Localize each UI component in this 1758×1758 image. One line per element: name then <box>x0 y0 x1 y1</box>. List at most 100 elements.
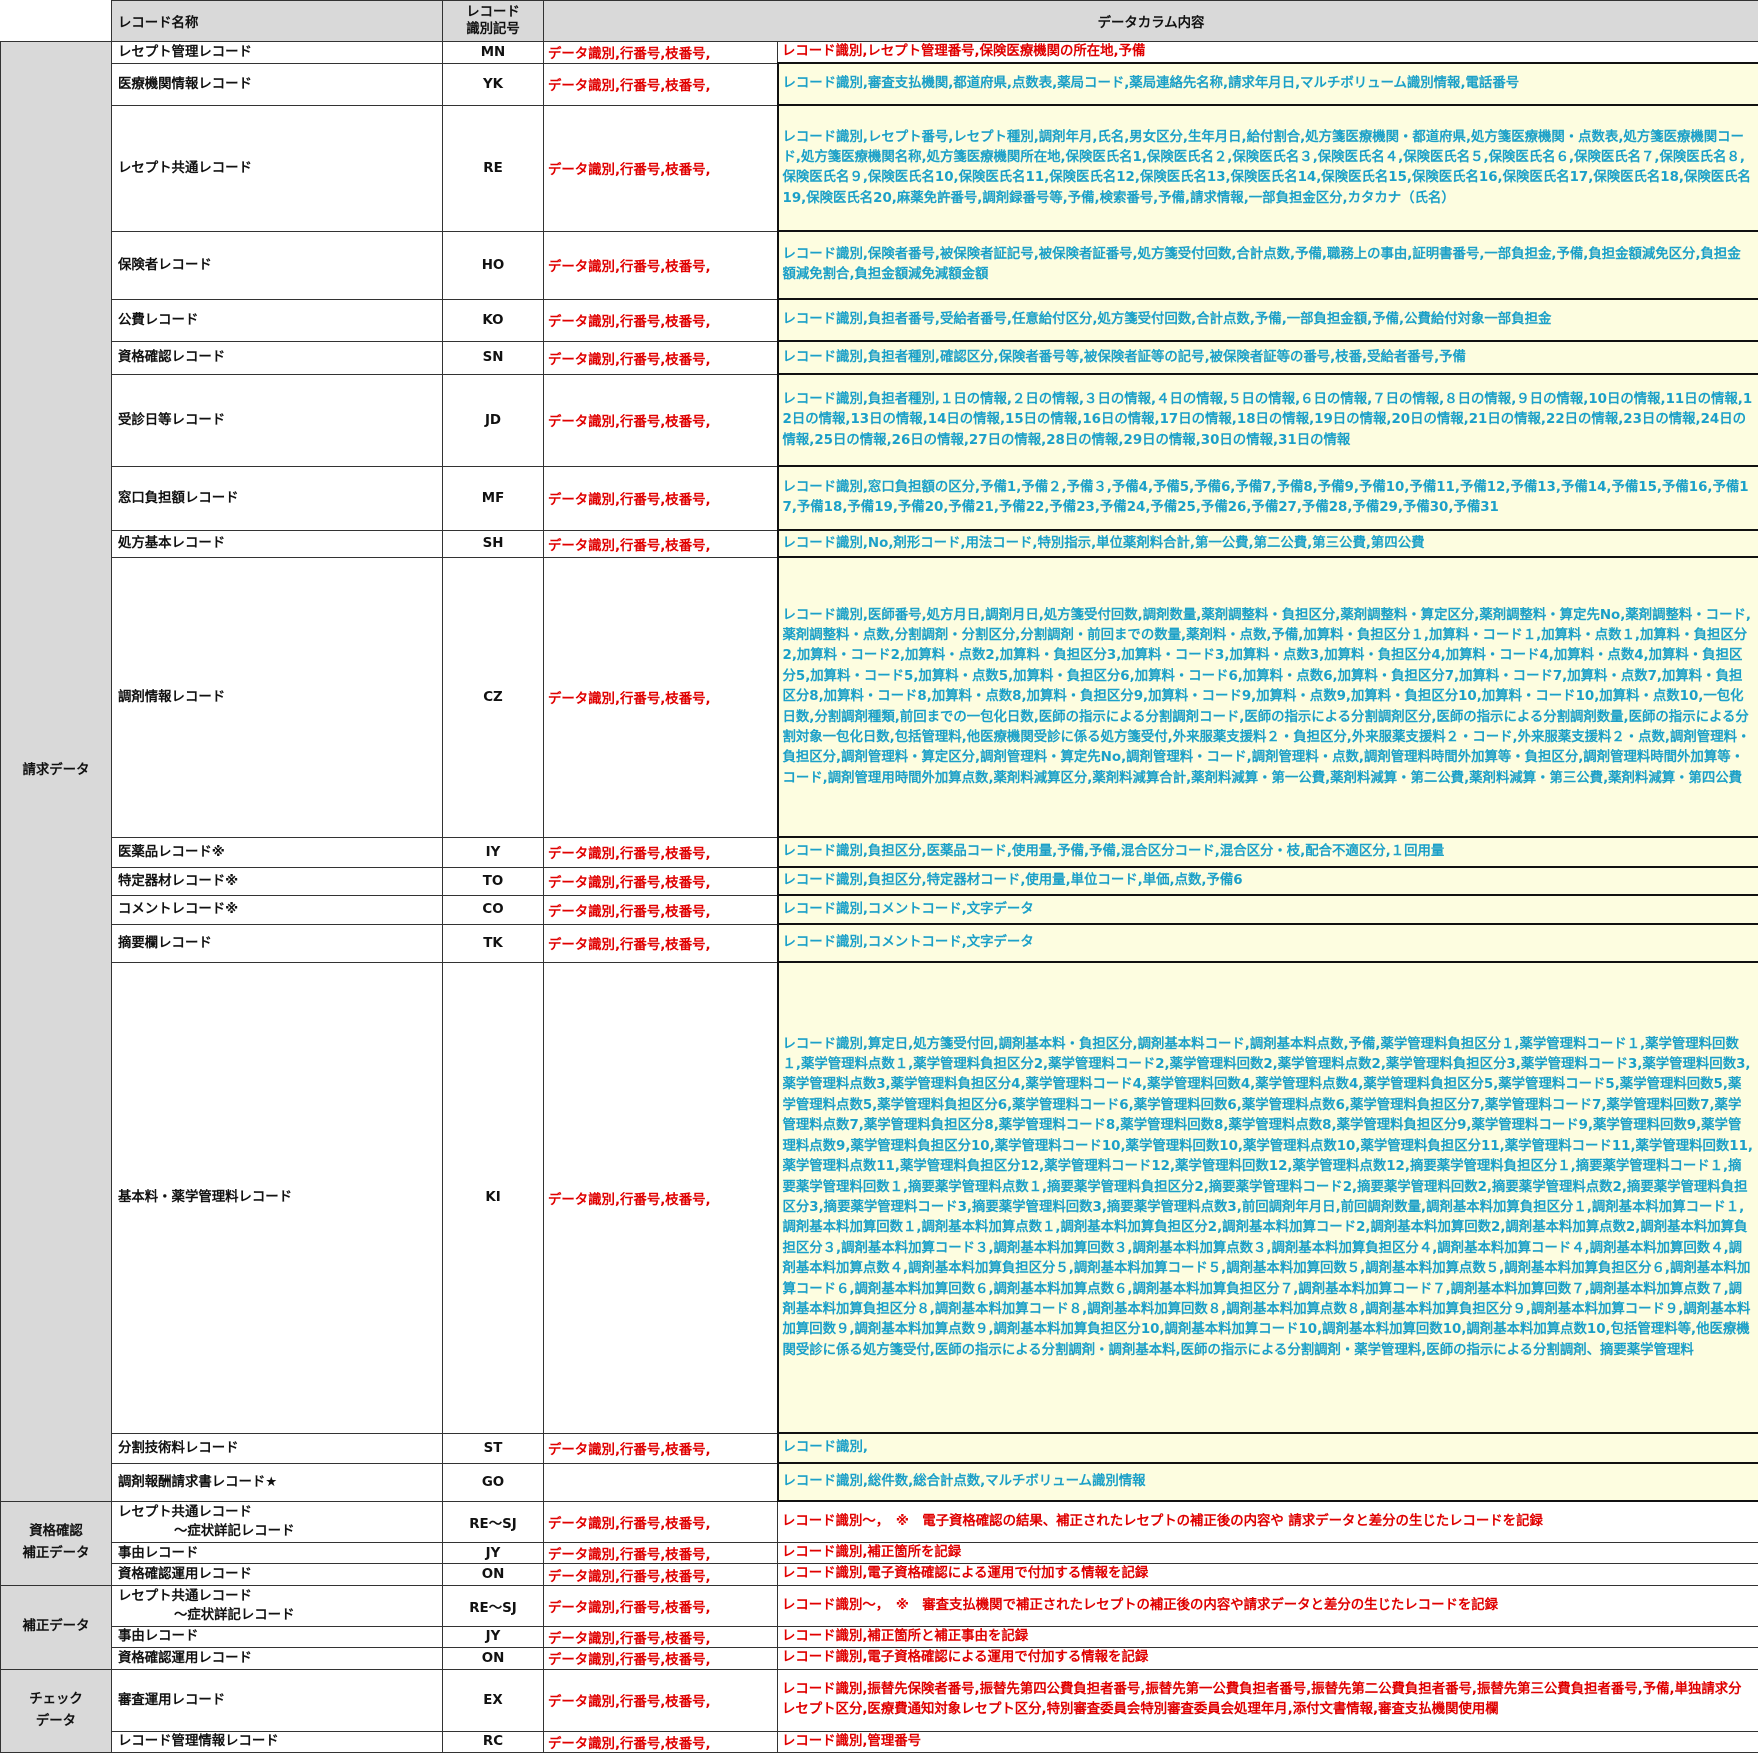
common-columns: データ識別,行番号,枝番号, <box>543 1541 778 1565</box>
record-content: レコード識別,レセプト管理番号,保険医療機関の所在地,予備 <box>776 41 1758 64</box>
record-name: 事由レコード <box>111 1625 443 1649</box>
table-row: 資格確認運用レコード ON データ識別,行番号,枝番号, レコード識別,電子資格確認に… <box>1 1563 1758 1586</box>
record-code: MN <box>442 41 544 64</box>
record-name: 審査運用レコード <box>111 1668 443 1732</box>
common-columns: データ識別,行番号,枝番号, <box>543 529 778 558</box>
record-code: CO <box>442 894 544 925</box>
header-record-code: レコード 識別記号 <box>442 0 544 42</box>
record-code: CZ <box>442 556 544 838</box>
record-code: KI <box>442 961 544 1434</box>
record-name: 医療機関情報レコード <box>111 62 443 106</box>
table-row: コメントレコード※ CO データ識別,行番号,枝番号, レコード識別,コメントコード,… <box>1 894 1758 926</box>
record-content: レコード識別,No,剤形コード,用法コード,特別指示,単位薬剤料合計,第一公費,… <box>776 529 1758 559</box>
common-columns: データ識別,行番号,枝番号, <box>543 41 778 64</box>
record-content: レコード識別,負担区分,特定器材コード,使用量,単位コード,単価,点数,予備6 <box>776 866 1758 897</box>
record-code: SH <box>442 529 544 558</box>
common-columns: データ識別,行番号,枝番号, <box>543 1668 778 1732</box>
common-columns: データ識別,行番号,枝番号, <box>543 104 778 232</box>
record-content: レコード識別,窓口負担額の区分,予備1,予備２,予備３,予備4,予備5,予備6,… <box>776 465 1758 532</box>
group-label: 資格確認 補正データ <box>0 1500 112 1586</box>
table-row: 摘要欄レコード TK データ識別,行番号,枝番号, レコード識別,コメントコード,文字… <box>1 923 1758 964</box>
record-name: 資格確認運用レコード <box>111 1563 443 1586</box>
common-columns: データ識別,行番号,枝番号, <box>543 1647 778 1670</box>
record-code: IY <box>442 836 544 868</box>
record-content: レコード識別,算定日,処方箋受付回,調剤基本料・負担区分,調剤基本料コード,調剤… <box>776 961 1758 1435</box>
record-content: レコード識別,管理番号 <box>776 1730 1758 1753</box>
table-row: 資格確認運用レコード ON データ識別,行番号,枝番号, レコード識別,電子資格確認に… <box>1 1647 1758 1670</box>
record-content: レコード識別〜， ※ 電子資格確認の結果、補正されたレセプトの補正後の内容や 請… <box>776 1500 1758 1543</box>
common-columns: データ識別,行番号,枝番号, <box>543 1500 778 1543</box>
record-code: HO <box>442 230 544 300</box>
record-code: TO <box>442 866 544 896</box>
common-columns: データ識別,行番号,枝番号, <box>543 373 778 467</box>
record-name: 分割技術料レコード <box>111 1432 443 1464</box>
record-code: RE〜SJ <box>442 1500 544 1543</box>
record-code: JY <box>442 1541 544 1565</box>
record-name: レセプト管理レコード <box>111 41 443 64</box>
record-code: ST <box>442 1432 544 1464</box>
table-row: 窓口負担額レコード MF データ識別,行番号,枝番号, レコード識別,窓口負担額の区分… <box>1 465 1758 532</box>
record-name: 基本料・薬学管理料レコード <box>111 961 443 1434</box>
record-content: レコード識別,負担区分,医薬品コード,使用量,予備,予備,混合区分コード,混合区… <box>776 836 1758 869</box>
record-code: TK <box>442 923 544 963</box>
header-row: レコード名称 レコード 識別記号 データカラム内容 <box>0 0 1758 42</box>
common-columns: データ識別,行番号,枝番号, <box>543 1625 778 1649</box>
table-row: 調剤報酬請求書レコード★ GO レコード識別,総件数,総合計点数,マルチボリューム識… <box>1 1462 1758 1503</box>
record-content: レコード識別,コメントコード,文字データ <box>776 923 1758 964</box>
common-columns: データ識別,行番号,枝番号, <box>543 1563 778 1586</box>
record-code: ON <box>442 1563 544 1586</box>
header-record-name: レコード名称 <box>111 0 443 42</box>
record-name: レコード管理情報レコード <box>111 1730 443 1753</box>
record-name: レセプト共通レコード 〜症状詳記レコード <box>111 1500 443 1543</box>
record-content: レコード識別,補正箇所を記録 <box>776 1541 1758 1565</box>
record-code: GO <box>442 1462 544 1502</box>
table-row: レコード管理情報レコード RC データ識別,行番号,枝番号, レコード識別,管理番号 <box>1 1730 1758 1753</box>
record-name: 公費レコード <box>111 298 443 342</box>
record-name: レセプト共通レコード <box>111 104 443 232</box>
record-content: レコード識別,補正箇所と補正事由を記録 <box>776 1625 1758 1649</box>
common-columns: データ識別,行番号,枝番号, <box>543 1432 778 1464</box>
table-row: 分割技術料レコード ST データ識別,行番号,枝番号, レコード識別, <box>1 1432 1758 1465</box>
record-content: レコード識別,電子資格確認による運用で付加する情報を記録 <box>776 1563 1758 1586</box>
corner-cell <box>0 0 112 42</box>
record-content: レコード識別,総件数,総合計点数,マルチボリューム識別情報 <box>776 1462 1758 1503</box>
group-label: 請求データ <box>0 41 112 1502</box>
table-row: 事由レコード JY データ識別,行番号,枝番号, レコード識別,補正箇所を記録 <box>1 1541 1758 1565</box>
common-columns: データ識別,行番号,枝番号, <box>543 1584 778 1627</box>
table-row: レセプト共通レコード RE データ識別,行番号,枝番号, レコード識別,レセプト番号,… <box>1 104 1758 233</box>
common-columns: データ識別,行番号,枝番号, <box>543 465 778 531</box>
record-name: 摘要欄レコード <box>111 923 443 963</box>
record-name: 資格確認レコード <box>111 340 443 375</box>
record-content: レコード識別,保険者番号,被保険者証記号,被保険者証番号,処方箋受付回数,合計点… <box>776 230 1758 301</box>
record-content: レコード識別, <box>776 1432 1758 1465</box>
record-name: 特定器材レコード※ <box>111 866 443 896</box>
common-columns: データ識別,行番号,枝番号, <box>543 298 778 342</box>
table-row: 事由レコード JY データ識別,行番号,枝番号, レコード識別,補正箇所と補正事由を記… <box>1 1625 1758 1649</box>
common-columns: データ識別,行番号,枝番号, <box>543 923 778 963</box>
record-content: レコード識別,レセプト番号,レセプト種別,調剤年月,氏名,男女区分,生年月日,給… <box>776 104 1758 233</box>
record-code: KO <box>442 298 544 342</box>
table-row: 医療機関情報レコード YK データ識別,行番号,枝番号, レコード識別,審査支払機関,… <box>1 62 1758 107</box>
record-content: レコード識別,振替先保険者番号,振替先第四公費負担者番号,振替先第一公費負担者番… <box>776 1668 1758 1732</box>
record-code: MF <box>442 465 544 531</box>
common-columns: データ識別,行番号,枝番号, <box>543 62 778 106</box>
record-content: レコード識別,負担者種別,確認区分,保険者番号等,被保険者証等の記号,被保険者証… <box>776 340 1758 376</box>
common-columns: データ識別,行番号,枝番号, <box>543 836 778 868</box>
record-name: レセプト共通レコード 〜症状詳記レコード <box>111 1584 443 1627</box>
common-columns: データ識別,行番号,枝番号, <box>543 230 778 300</box>
record-code: YK <box>442 62 544 106</box>
record-code: EX <box>442 1668 544 1732</box>
record-content: レコード識別〜， ※ 審査支払機関で補正されたレセプトの補正後の内容や請求データ… <box>776 1584 1758 1627</box>
table-row: 請求データ レセプト管理レコード MN データ識別,行番号,枝番号, レコード識別,レセ… <box>0 41 1758 1502</box>
group-label: 補正データ <box>0 1584 112 1670</box>
record-name: 医薬品レコード※ <box>111 836 443 868</box>
record-code: RC <box>442 1730 544 1753</box>
table-row: 資格確認 補正データ レセプト共通レコード 〜症状詳記レコード RE〜SJ データ識別… <box>0 1500 1758 1586</box>
table-row: 調剤情報レコード CZ データ識別,行番号,枝番号, レコード識別,医師番号,処方月日… <box>1 556 1758 839</box>
record-name: 窓口負担額レコード <box>111 465 443 531</box>
common-columns: データ識別,行番号,枝番号, <box>543 961 778 1434</box>
record-code: RE <box>442 104 544 232</box>
record-content: レコード識別,コメントコード,文字データ <box>776 894 1758 926</box>
record-content: レコード識別,負担者種別,１日の情報,２日の情報,３日の情報,４日の情報,５日の… <box>776 373 1758 468</box>
common-columns: データ識別,行番号,枝番号, <box>543 340 778 375</box>
